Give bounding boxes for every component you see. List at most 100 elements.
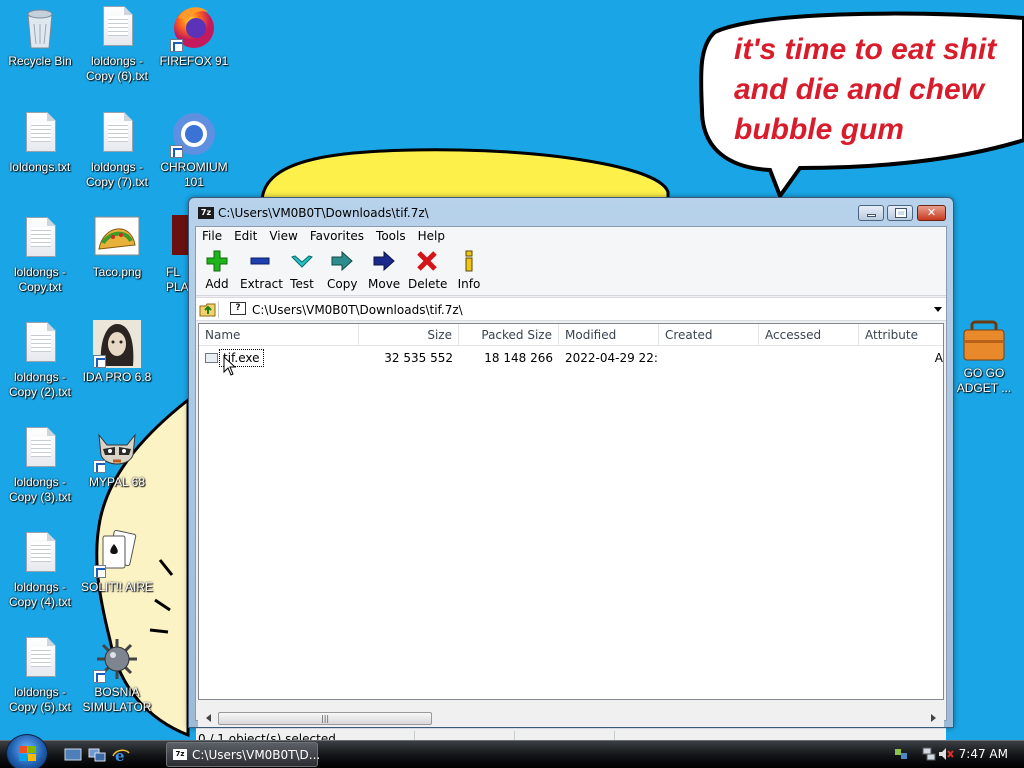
wallpaper-caption: it's time to eat shit and die and chew b… bbox=[734, 33, 997, 146]
extract-button[interactable]: Extract bbox=[240, 248, 283, 291]
recycle-bin-icon bbox=[16, 4, 64, 52]
desktop-icon-loldongs-txt[interactable]: loldongs.txt bbox=[0, 110, 80, 175]
volume-muted-icon[interactable] bbox=[938, 747, 954, 761]
file-row[interactable]: tif.exe 32 535 552 18 148 266 2022-04-29… bbox=[199, 348, 943, 368]
maximize-button[interactable] bbox=[887, 205, 913, 221]
menu-help[interactable]: Help bbox=[412, 227, 451, 246]
desktop-icon-firefox[interactable]: FIREFOX 91 bbox=[154, 4, 234, 69]
minimize-button[interactable] bbox=[858, 205, 884, 221]
copy-button[interactable]: Copy bbox=[327, 248, 357, 291]
desktop-icon-recycle-bin[interactable]: Recycle Bin bbox=[0, 4, 80, 69]
column-header-accessed[interactable]: Accessed bbox=[759, 324, 859, 346]
taskbar-window-7zip[interactable]: 7z C:\Users\VM0B0T\D... bbox=[166, 742, 320, 767]
desktop-icon-fl-player[interactable]: FL PLA bbox=[154, 215, 190, 295]
desktop-icon-bosnia-simulator[interactable]: BOSNIA SIMULATOR bbox=[77, 635, 157, 715]
desktop-icon-label: GO GO ADGET ... bbox=[956, 366, 1012, 395]
address-bar: ? C:\Users\VM0B0T\Downloads\tif.7z\ bbox=[196, 297, 946, 321]
add-label: Add bbox=[205, 277, 229, 291]
column-header-modified[interactable]: Modified bbox=[559, 324, 659, 346]
up-folder-button[interactable] bbox=[199, 301, 219, 318]
copy-arrow-icon bbox=[327, 248, 357, 274]
desktop-icon-loldongs-copy-3[interactable]: loldongs - Copy (3).txt bbox=[0, 425, 80, 505]
info-button[interactable]: Info bbox=[456, 248, 482, 291]
delete-label: Delete bbox=[408, 277, 448, 291]
delete-button[interactable]: Delete bbox=[408, 248, 448, 291]
text-file-icon bbox=[16, 425, 64, 473]
desktop-icon-label: CHROMIUM 101 bbox=[160, 160, 228, 189]
archive-icon: ? bbox=[230, 302, 246, 315]
desktop-icon-label: IDA PRO 6.8 bbox=[82, 370, 152, 384]
desktop-icon-loldongs-copy-2[interactable]: loldongs - Copy (2).txt bbox=[0, 320, 80, 400]
file-manager-window[interactable]: 7z C:\Users\VM0B0T\Downloads\tif.7z\ ✕ F… bbox=[188, 197, 954, 748]
desktop-icon-label: loldongs - Copy (3).txt bbox=[8, 475, 71, 504]
file-created bbox=[665, 348, 759, 368]
briefcase-icon bbox=[960, 316, 1008, 364]
test-button[interactable]: Test bbox=[287, 248, 317, 291]
internet-explorer-icon[interactable]: e bbox=[112, 747, 130, 765]
column-header-attributes[interactable]: Attribute bbox=[859, 324, 943, 346]
menu-tools[interactable]: Tools bbox=[370, 227, 412, 246]
desktop-icon-go-go-gadget[interactable]: GO GO ADGET ... bbox=[944, 316, 1024, 396]
file-modified: 2022-04-29 22:14 bbox=[565, 351, 659, 365]
minus-icon bbox=[240, 248, 280, 274]
column-header-name[interactable]: Name bbox=[199, 324, 359, 346]
column-header-packed-size[interactable]: Packed Size bbox=[459, 324, 559, 346]
file-list[interactable]: Name Size Packed Size Modified Created A… bbox=[198, 323, 944, 700]
desktop-icon-label: Recycle Bin bbox=[8, 54, 72, 68]
network-status-icon[interactable] bbox=[894, 747, 908, 761]
network-connection-icon[interactable] bbox=[922, 747, 936, 761]
desktop-icon-label: BOSNIA SIMULATOR bbox=[82, 685, 152, 714]
scrollbar-thumb[interactable]: ||| bbox=[218, 712, 432, 725]
desktop-icon-loldongs-copy-4[interactable]: loldongs - Copy (4).txt bbox=[0, 530, 80, 610]
desktop-icon-loldongs-copy-6[interactable]: loldongs - Copy (6).txt bbox=[77, 4, 157, 84]
taskbar: e 7z C:\Users\VM0B0T\D... 7:47 AM bbox=[0, 734, 1024, 768]
raccoon-icon bbox=[93, 425, 141, 473]
horizontal-scrollbar[interactable]: ||| bbox=[198, 710, 944, 727]
desktop-icon-loldongs-copy-7[interactable]: loldongs - Copy (7).txt bbox=[77, 110, 157, 190]
close-button[interactable]: ✕ bbox=[917, 205, 946, 221]
grip-icon: ||| bbox=[321, 714, 330, 723]
mine-icon bbox=[93, 635, 141, 683]
desktop-icon-label: loldongs - Copy (7).txt bbox=[85, 160, 148, 189]
menu-file[interactable]: File bbox=[196, 227, 228, 246]
desktop-icon-chromium[interactable]: CHROMIUM 101 bbox=[154, 110, 234, 190]
address-input[interactable]: ? C:\Users\VM0B0T\Downloads\tif.7z\ bbox=[226, 299, 946, 320]
show-desktop-icon[interactable] bbox=[64, 747, 82, 763]
move-button[interactable]: Move bbox=[368, 248, 400, 291]
text-file-icon bbox=[16, 110, 64, 158]
desktop-icon-taco-png[interactable]: Taco.png bbox=[77, 215, 157, 280]
chromium-icon bbox=[170, 110, 218, 158]
desktop-icon-solitaire[interactable]: SOLIT!! AIRE bbox=[77, 529, 157, 595]
file-attributes: A bbox=[934, 351, 943, 365]
extract-label: Extract bbox=[240, 277, 283, 291]
desktop-icon-ida-pro[interactable]: IDA PRO 6.8 bbox=[77, 320, 157, 385]
text-file-icon bbox=[16, 215, 64, 263]
desktop-icon-loldongs-copy[interactable]: loldongs - Copy.txt bbox=[0, 215, 80, 295]
column-header-size[interactable]: Size bbox=[359, 324, 459, 346]
desktop-icon-label: Taco.png bbox=[92, 265, 142, 279]
move-label: Move bbox=[368, 277, 401, 291]
add-button[interactable]: Add bbox=[202, 248, 232, 291]
ida-pro-portrait-icon bbox=[93, 320, 141, 368]
column-header-created[interactable]: Created bbox=[659, 324, 759, 346]
text-file-icon bbox=[16, 635, 64, 683]
desktop-icon-mypal[interactable]: MYPAL 68 bbox=[77, 425, 157, 490]
desktop-icon-loldongs-copy-5[interactable]: loldongs - Copy (5).txt bbox=[0, 635, 80, 715]
folder-up-icon bbox=[199, 303, 216, 317]
menu-edit[interactable]: Edit bbox=[228, 227, 263, 246]
playing-cards-icon bbox=[93, 529, 141, 578]
start-button[interactable] bbox=[6, 734, 48, 768]
address-dropdown-icon[interactable] bbox=[934, 307, 942, 312]
svg-text:e: e bbox=[115, 747, 125, 763]
switch-windows-icon[interactable] bbox=[88, 747, 106, 763]
desktop-icon-label: loldongs - Copy.txt bbox=[13, 265, 67, 294]
minimize-icon bbox=[867, 214, 876, 217]
close-icon: ✕ bbox=[926, 206, 937, 219]
scroll-right-icon[interactable] bbox=[931, 714, 936, 722]
system-tray: 7:47 AM bbox=[895, 745, 1024, 767]
scroll-left-icon[interactable] bbox=[206, 714, 211, 722]
menu-favorites[interactable]: Favorites bbox=[304, 227, 370, 246]
taskbar-clock[interactable]: 7:47 AM bbox=[959, 747, 1008, 761]
window-titlebar[interactable]: 7z C:\Users\VM0B0T\Downloads\tif.7z\ ✕ bbox=[189, 198, 953, 226]
menu-view[interactable]: View bbox=[263, 227, 303, 246]
